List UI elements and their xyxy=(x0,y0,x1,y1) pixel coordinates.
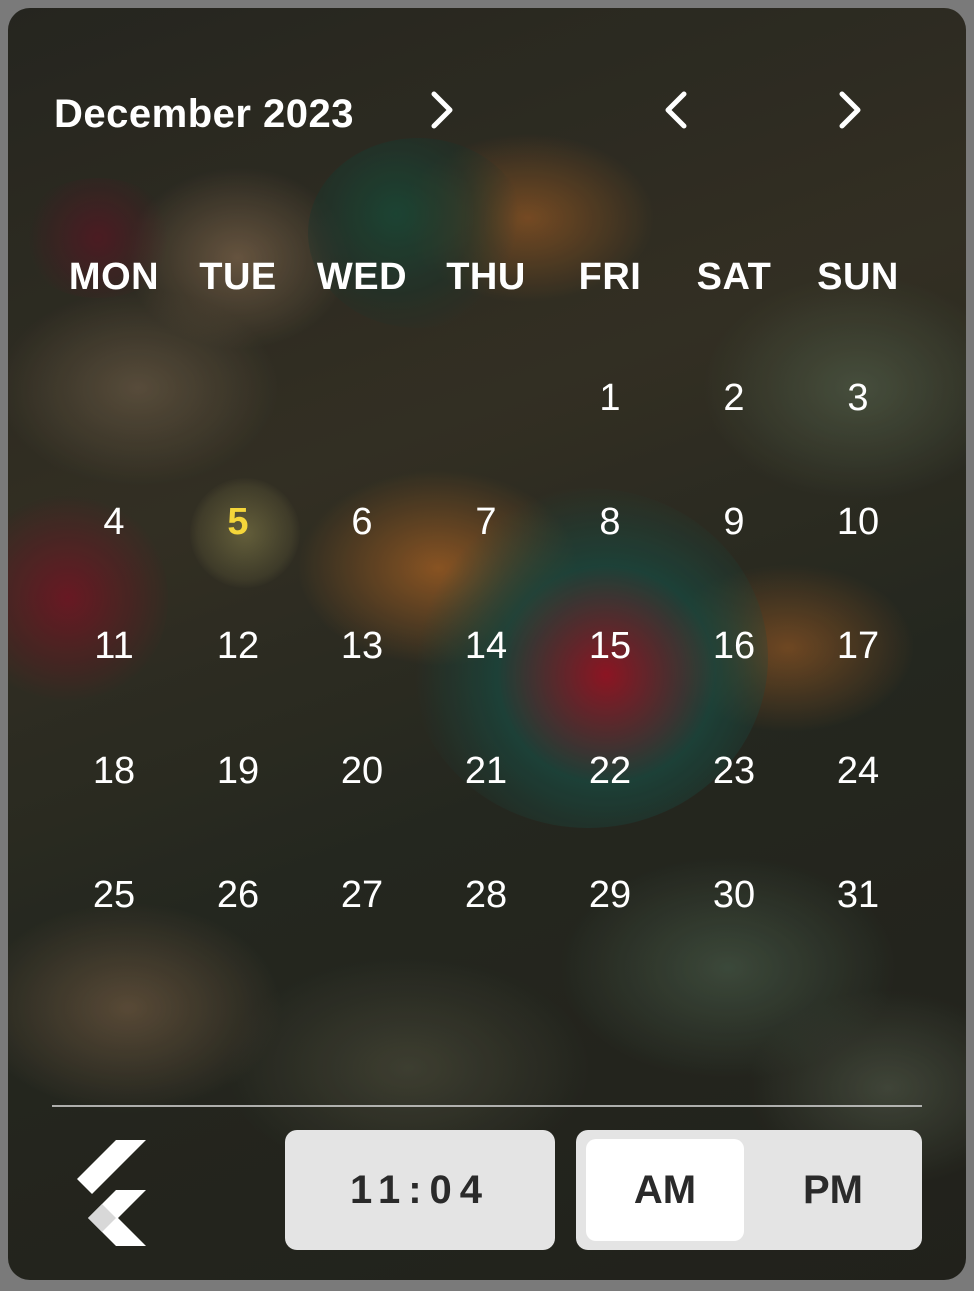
day-cell[interactable]: 9 xyxy=(672,492,796,552)
weekday-wed: WED xyxy=(316,256,408,298)
prev-month-chevron-left-icon[interactable] xyxy=(654,88,698,132)
day-cell[interactable]: 14 xyxy=(424,616,548,676)
day-cell[interactable]: 18 xyxy=(52,741,176,801)
day-cell[interactable]: 29 xyxy=(548,865,672,925)
am-pm-toggle: AM PM xyxy=(576,1130,922,1250)
weekday-tue: TUE xyxy=(199,256,277,298)
flutter-logo-icon xyxy=(64,1138,150,1248)
day-cell[interactable]: 24 xyxy=(796,741,920,801)
weekday-sat: SAT xyxy=(696,256,772,298)
day-cell[interactable]: 31 xyxy=(796,865,920,925)
weekday-thu: THU xyxy=(446,256,526,298)
divider xyxy=(52,1105,922,1107)
day-cell[interactable]: 6 xyxy=(300,492,424,552)
day-cell-today[interactable]: 5 xyxy=(176,492,300,552)
time-display[interactable]: 11:04 xyxy=(285,1130,555,1250)
month-picker-chevron-icon[interactable] xyxy=(420,88,464,132)
day-cell[interactable]: 11 xyxy=(52,616,176,676)
day-cell[interactable]: 17 xyxy=(796,616,920,676)
day-cell[interactable]: 1 xyxy=(548,368,672,428)
day-cell[interactable]: 21 xyxy=(424,741,548,801)
day-cell[interactable]: 23 xyxy=(672,741,796,801)
day-cell[interactable]: 13 xyxy=(300,616,424,676)
day-cell[interactable]: 22 xyxy=(548,741,672,801)
pm-option[interactable]: PM xyxy=(754,1139,912,1241)
day-cell[interactable]: 16 xyxy=(672,616,796,676)
day-cell[interactable]: 20 xyxy=(300,741,424,801)
am-option-selected[interactable]: AM xyxy=(586,1139,744,1241)
day-cell[interactable]: 27 xyxy=(300,865,424,925)
day-cell[interactable]: 19 xyxy=(176,741,300,801)
day-cell[interactable]: 7 xyxy=(424,492,548,552)
day-cell[interactable]: 28 xyxy=(424,865,548,925)
day-cell[interactable]: 15 xyxy=(548,616,672,676)
next-month-chevron-right-icon[interactable] xyxy=(828,88,872,132)
day-cell[interactable]: 10 xyxy=(796,492,920,552)
day-cell[interactable]: 25 xyxy=(52,865,176,925)
day-cell[interactable]: 2 xyxy=(672,368,796,428)
month-year-title[interactable]: December 2023 xyxy=(54,92,354,137)
weekday-sun: SUN xyxy=(817,256,899,298)
day-cell[interactable]: 26 xyxy=(176,865,300,925)
day-cell[interactable]: 8 xyxy=(548,492,672,552)
weekday-mon: MON xyxy=(68,256,160,298)
calendar-widget: December 2023 MON TUE WED THU FRI SAT SU… xyxy=(8,8,966,1280)
day-cell[interactable]: 4 xyxy=(52,492,176,552)
day-cell[interactable]: 12 xyxy=(176,616,300,676)
day-cell[interactable]: 30 xyxy=(672,865,796,925)
day-cell[interactable]: 3 xyxy=(796,368,920,428)
weekday-fri: FRI xyxy=(578,256,642,298)
